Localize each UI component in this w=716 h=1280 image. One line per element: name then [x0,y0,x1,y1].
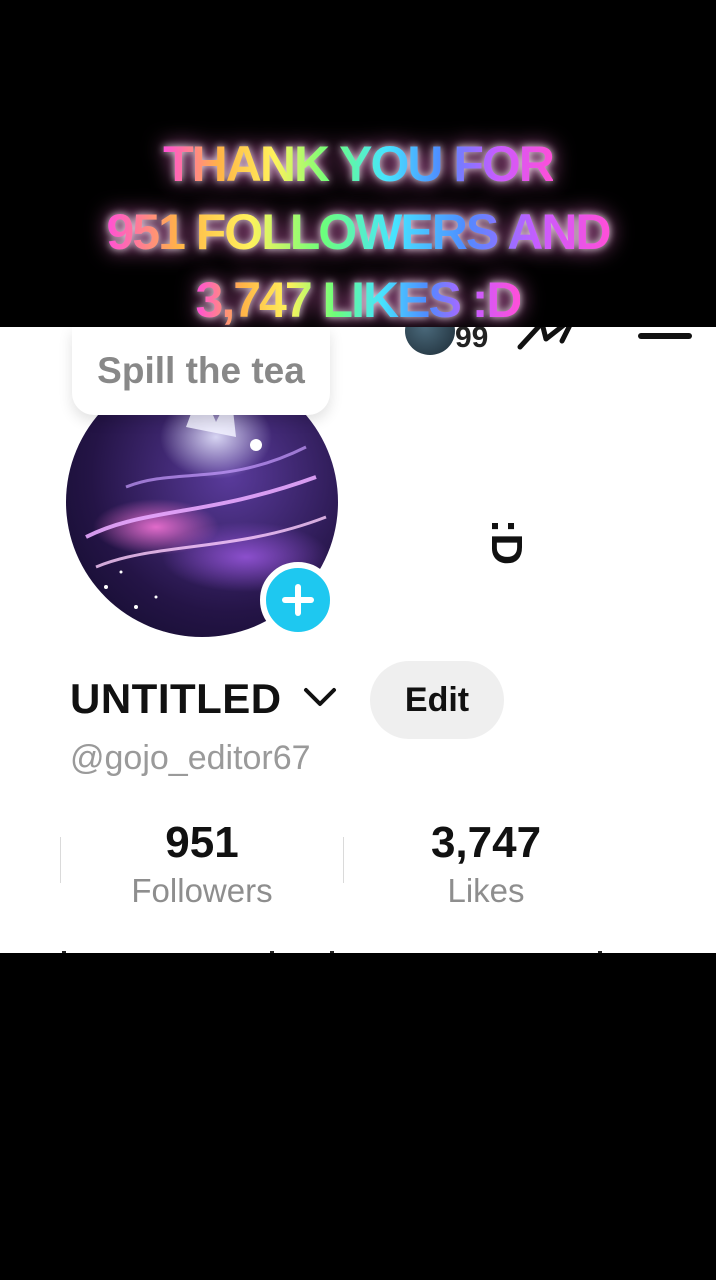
display-name[interactable]: UNTITLED [70,675,282,723]
overlay-caption: THANK YOU FOR 951 FOLLOWERS AND 3,747 LI… [0,130,716,334]
menu-icon[interactable] [638,333,692,339]
add-story-button[interactable] [260,562,336,638]
caption-line-3: 3,747 LIKES :D [195,272,523,328]
bubble-text: Spill the tea [97,350,305,391]
stat-divider [60,837,61,883]
edit-profile-button[interactable]: Edit [370,661,504,739]
smiley-doodle: :D [482,518,531,566]
notification-badge: 99 [455,327,489,354]
spill-the-tea-bubble[interactable]: Spill the tea [72,327,330,415]
cropped-bio-text [0,933,716,953]
chevron-down-icon[interactable] [302,682,338,712]
caption-line-2: 951 FOLLOWERS AND [106,204,611,260]
cropped-text-fragment [62,951,602,953]
likes-stat[interactable]: 3,747 Likes [384,815,588,911]
bottom-black-bar [0,953,716,1280]
bubble-tail-dot [250,439,262,451]
followers-stat[interactable]: 951 Followers [100,815,304,911]
stat-divider [343,837,344,883]
likes-label: Likes [447,872,525,909]
share-icon[interactable] [516,327,580,353]
username-handle: @gojo_editor67 [70,739,311,777]
likes-count: 3,747 [430,818,542,867]
story-avatar[interactable] [405,327,455,355]
followers-label: Followers [131,872,273,909]
profile-panel: 99 Spill the tea :D UNTITLED Edit @gojo_… [0,327,716,953]
caption-line-1: THANK YOU FOR [163,136,555,192]
followers-count: 951 [165,818,239,867]
plus-icon [282,584,314,616]
